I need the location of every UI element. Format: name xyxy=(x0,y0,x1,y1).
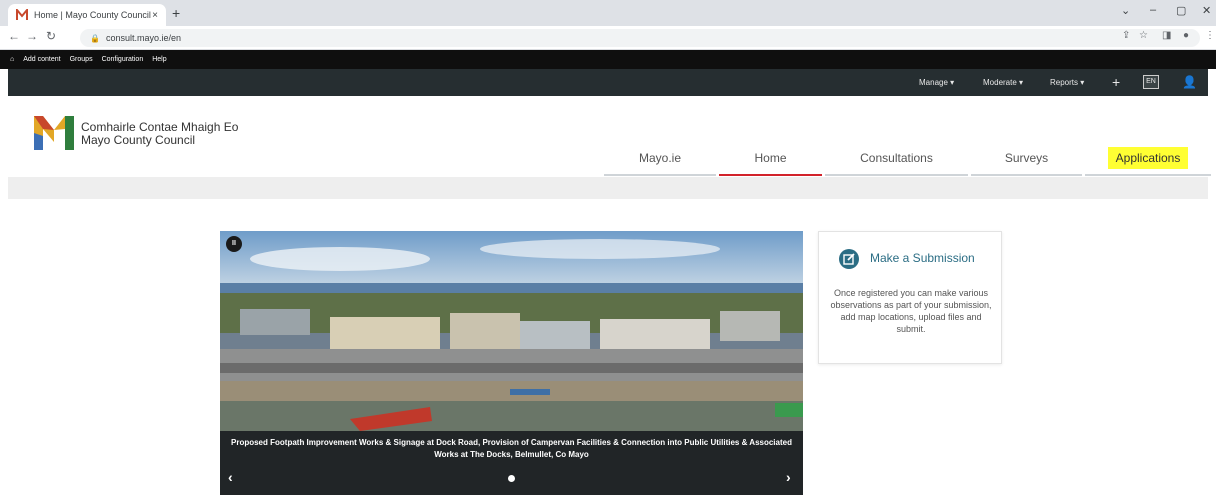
back-arrow-icon[interactable]: ← xyxy=(8,29,20,43)
sidepanel-icon[interactable]: ◨ xyxy=(1162,30,1171,41)
browser-tab[interactable]: Home | Mayo County Council × xyxy=(8,4,166,26)
tab-search-icon[interactable]: ⌄ xyxy=(1121,4,1130,17)
admin-toolbar: ⌂ Add content Groups Configuration Help xyxy=(0,50,1216,69)
slider-dot[interactable] xyxy=(508,475,515,482)
reports-menu[interactable]: Reports ▾ xyxy=(1050,78,1084,87)
make-submission-card[interactable]: Make a Submission Once registered you ca… xyxy=(818,231,1002,364)
address-bar-row: ← → ↻ 🔒 consult.mayo.ie/en ⇪ ☆ ◨ ● ⋮ xyxy=(0,26,1216,50)
reload-icon[interactable]: ↻ xyxy=(46,29,56,43)
maximize-icon[interactable]: ▢ xyxy=(1176,4,1186,17)
mayo-favicon-icon xyxy=(16,9,28,20)
close-window-icon[interactable]: ✕ xyxy=(1202,4,1211,17)
slider-next-icon[interactable]: › xyxy=(786,469,791,485)
nav-item-mayo-ie[interactable]: Mayo.ie xyxy=(604,146,716,176)
url-input[interactable]: 🔒 consult.mayo.ie/en xyxy=(80,29,1200,47)
url-text: consult.mayo.ie/en xyxy=(105,33,182,43)
mayo-logo-icon[interactable] xyxy=(34,116,74,150)
admin-toolbar-help[interactable]: Help xyxy=(152,56,166,63)
bookmark-star-icon[interactable]: ☆ xyxy=(1139,30,1148,41)
profile-icon[interactable]: ● xyxy=(1183,30,1189,41)
slide-caption-panel: Proposed Footpath Improvement Works & Si… xyxy=(220,431,803,495)
admin-toolbar-configuration[interactable]: Configuration xyxy=(102,56,144,63)
nav-item-consultations[interactable]: Consultations xyxy=(825,146,968,176)
add-icon[interactable]: + xyxy=(1112,74,1120,90)
pause-icon[interactable]: II xyxy=(226,236,242,252)
nav-item-home[interactable]: Home xyxy=(719,146,822,176)
lock-icon: 🔒 xyxy=(90,33,100,43)
close-tab-icon[interactable]: × xyxy=(152,10,158,21)
menu-icon[interactable]: ⋮ xyxy=(1205,30,1215,41)
browser-tab-bar: Home | Mayo County Council × + ⌄ – ▢ ✕ xyxy=(0,0,1216,26)
chevron-down-icon: ▾ xyxy=(950,78,955,87)
admin-toolbar-groups[interactable]: Groups xyxy=(70,56,93,63)
card-title[interactable]: Make a Submission xyxy=(870,251,975,265)
share-icon[interactable]: ⇪ xyxy=(1122,30,1130,41)
site-admin-bar: Manage ▾ Moderate ▾ Reports ▾ + EN 👤 xyxy=(8,69,1208,96)
moderate-menu[interactable]: Moderate ▾ xyxy=(983,78,1023,87)
home-icon[interactable]: ⌂ xyxy=(10,56,14,63)
nav-item-applications[interactable]: Applications xyxy=(1085,146,1211,176)
card-body: Once registered you can make various obs… xyxy=(830,288,992,334)
minimize-icon[interactable]: – xyxy=(1150,4,1156,16)
new-tab-button[interactable]: + xyxy=(172,5,180,21)
forward-arrow-icon[interactable]: → xyxy=(26,29,38,43)
edit-icon xyxy=(839,249,859,269)
user-icon[interactable]: 👤 xyxy=(1182,75,1197,89)
manage-menu[interactable]: Manage ▾ xyxy=(919,78,954,87)
tab-title: Home | Mayo County Council xyxy=(34,10,151,20)
chevron-down-icon: ▾ xyxy=(1019,78,1024,87)
org-name[interactable]: Comhairle Contae Mhaigh Eo Mayo County C… xyxy=(81,121,238,147)
language-switcher[interactable]: EN xyxy=(1143,75,1159,89)
slide-caption: Proposed Footpath Improvement Works & Si… xyxy=(231,438,792,459)
nav-item-surveys[interactable]: Surveys xyxy=(971,146,1082,176)
header-divider-band xyxy=(8,177,1208,199)
main-nav: Mayo.ie Home Consultations Surveys Appli… xyxy=(604,146,1211,176)
admin-toolbar-add-content[interactable]: Add content xyxy=(23,56,60,63)
org-name-english: Mayo County Council xyxy=(81,133,196,147)
site-header: Comhairle Contae Mhaigh Eo Mayo County C… xyxy=(8,96,1211,176)
slider-prev-icon[interactable]: ‹ xyxy=(228,469,233,485)
chevron-down-icon: ▾ xyxy=(1080,78,1085,87)
